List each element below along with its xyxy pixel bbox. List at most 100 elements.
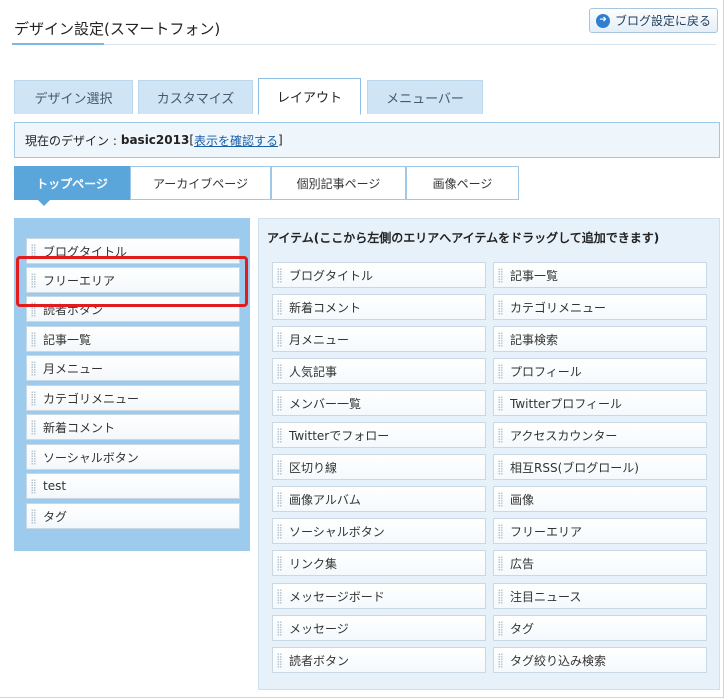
drag-handle-icon[interactable] [277, 428, 282, 443]
left-item[interactable]: 記事一覧 [26, 326, 240, 352]
item-tile[interactable]: タグ絞り込み検索 [493, 647, 707, 673]
drag-handle-icon[interactable] [277, 589, 282, 604]
left-item-label: 記事一覧 [43, 332, 92, 347]
item-tile[interactable]: 画像 [493, 486, 707, 512]
item-tile-label: Twitterでフォロー [289, 428, 390, 443]
current-design-name: basic2013 [120, 133, 190, 147]
drag-handle-icon[interactable] [498, 653, 503, 668]
drag-handle-icon[interactable] [277, 332, 282, 347]
left-item[interactable]: test [26, 473, 240, 499]
item-tile-label: メッセージ [289, 621, 349, 636]
drag-handle-icon[interactable] [498, 621, 503, 636]
item-tile-label: Twitterプロフィール [510, 396, 622, 411]
drag-handle-icon[interactable] [498, 396, 503, 411]
item-tile-label: プロフィール [510, 364, 582, 379]
left-item[interactable]: 月メニュー [26, 355, 240, 381]
tab-layout[interactable]: レイアウト [258, 78, 361, 115]
drag-handle-icon[interactable] [31, 273, 36, 288]
item-tile[interactable]: Twitterプロフィール [493, 390, 707, 416]
item-tile-label: 記事検索 [510, 332, 559, 347]
drag-handle-icon[interactable] [31, 302, 36, 317]
subtab-article-page[interactable]: 個別記事ページ [271, 166, 406, 200]
drag-handle-icon[interactable] [498, 428, 503, 443]
left-item[interactable]: ソーシャルボタン [26, 444, 240, 470]
item-tile[interactable]: 記事検索 [493, 326, 707, 352]
drag-handle-icon[interactable] [277, 396, 282, 411]
item-tile[interactable]: メッセージ [272, 615, 486, 641]
item-tile[interactable]: タグ [493, 615, 707, 641]
tab-customize[interactable]: カスタマイズ [138, 80, 253, 114]
drag-handle-icon[interactable] [31, 509, 36, 524]
drag-handle-icon[interactable] [498, 556, 503, 571]
drag-handle-icon[interactable] [277, 556, 282, 571]
drag-handle-icon[interactable] [31, 244, 36, 259]
drag-handle-icon[interactable] [277, 621, 282, 636]
item-tile[interactable]: カテゴリメニュー [493, 294, 707, 320]
left-item-label: test [43, 479, 67, 493]
item-tile[interactable]: 人気記事 [272, 358, 486, 384]
layout-drop-area[interactable]: ブログタイトル フリーエリア 読者ボタン 記事一覧 月メニュー カテゴリメニュー… [14, 218, 250, 551]
left-item[interactable]: フリーエリア [26, 267, 240, 293]
item-tile[interactable]: 月メニュー [272, 326, 486, 352]
drag-handle-icon[interactable] [31, 391, 36, 406]
drag-handle-icon[interactable] [498, 332, 503, 347]
item-tile[interactable]: 記事一覧 [493, 262, 707, 288]
item-tile[interactable]: 読者ボタン [272, 647, 486, 673]
item-tile-label: 画像 [510, 492, 535, 507]
item-tile[interactable]: メンバー一覧 [272, 390, 486, 416]
item-tile-label: タグ [510, 621, 535, 636]
drag-handle-icon[interactable] [498, 364, 503, 379]
drag-handle-icon[interactable] [498, 492, 503, 507]
back-arrow-icon: ➜ [595, 13, 610, 28]
subtab-image-page[interactable]: 画像ページ [406, 166, 519, 200]
tab-design-select[interactable]: デザイン選択 [14, 80, 133, 114]
item-tile[interactable]: ブログタイトル [272, 262, 486, 288]
item-tile[interactable]: 画像アルバム [272, 486, 486, 512]
item-tile[interactable]: 新着コメント [272, 294, 486, 320]
item-tile[interactable]: リンク集 [272, 550, 486, 576]
drag-handle-icon[interactable] [277, 653, 282, 668]
drag-handle-icon[interactable] [277, 492, 282, 507]
item-tile-label: 記事一覧 [510, 268, 559, 283]
item-tile[interactable]: 相互RSS(ブログロール) [493, 454, 707, 480]
subtab-archive-page[interactable]: アーカイブページ [130, 166, 271, 200]
drag-handle-icon[interactable] [277, 268, 282, 283]
drag-handle-icon[interactable] [31, 332, 36, 347]
item-tile[interactable]: ソーシャルボタン [272, 518, 486, 544]
drag-handle-icon[interactable] [31, 479, 36, 494]
drag-handle-icon[interactable] [277, 364, 282, 379]
left-item[interactable]: ブログタイトル [26, 238, 240, 264]
drag-handle-icon[interactable] [31, 450, 36, 465]
drag-handle-icon[interactable] [277, 300, 282, 315]
subtab-top-page[interactable]: トップページ [14, 166, 130, 206]
drag-handle-icon[interactable] [498, 589, 503, 604]
item-tile-label: 読者ボタン [289, 653, 350, 668]
drag-handle-icon[interactable] [277, 524, 282, 539]
item-tile[interactable]: フリーエリア [493, 518, 707, 544]
item-tile[interactable]: 区切り線 [272, 454, 486, 480]
drag-handle-icon[interactable] [498, 268, 503, 283]
item-tile[interactable]: アクセスカウンター [493, 422, 707, 448]
item-tile[interactable]: Twitterでフォロー [272, 422, 486, 448]
item-tile[interactable]: 注目ニュース [493, 583, 707, 609]
left-item[interactable]: タグ [26, 503, 240, 529]
item-tile[interactable]: メッセージボード [272, 583, 486, 609]
drag-handle-icon[interactable] [31, 361, 36, 376]
item-tile[interactable]: 広告 [493, 550, 707, 576]
drag-handle-icon[interactable] [498, 460, 503, 475]
drag-handle-icon[interactable] [498, 300, 503, 315]
view-design-link[interactable]: 表示を確認する [194, 132, 278, 149]
left-item[interactable]: 読者ボタン [26, 296, 240, 322]
drag-handle-icon[interactable] [498, 524, 503, 539]
drag-handle-icon[interactable] [31, 420, 36, 435]
item-tile[interactable]: プロフィール [493, 358, 707, 384]
item-tile-label: タグ絞り込み検索 [510, 653, 607, 668]
item-tile-label: ソーシャルボタン [289, 524, 385, 539]
left-item[interactable]: 新着コメント [26, 414, 240, 440]
left-item[interactable]: カテゴリメニュー [26, 385, 240, 411]
tab-menubar[interactable]: メニューバー [367, 80, 483, 114]
page-title: デザイン設定(スマートフォン) [14, 20, 221, 38]
back-to-blog-settings-button[interactable]: ➜ ブログ設定に戻る [589, 8, 718, 33]
item-tile-label: ブログタイトル [289, 268, 374, 283]
drag-handle-icon[interactable] [277, 460, 282, 475]
